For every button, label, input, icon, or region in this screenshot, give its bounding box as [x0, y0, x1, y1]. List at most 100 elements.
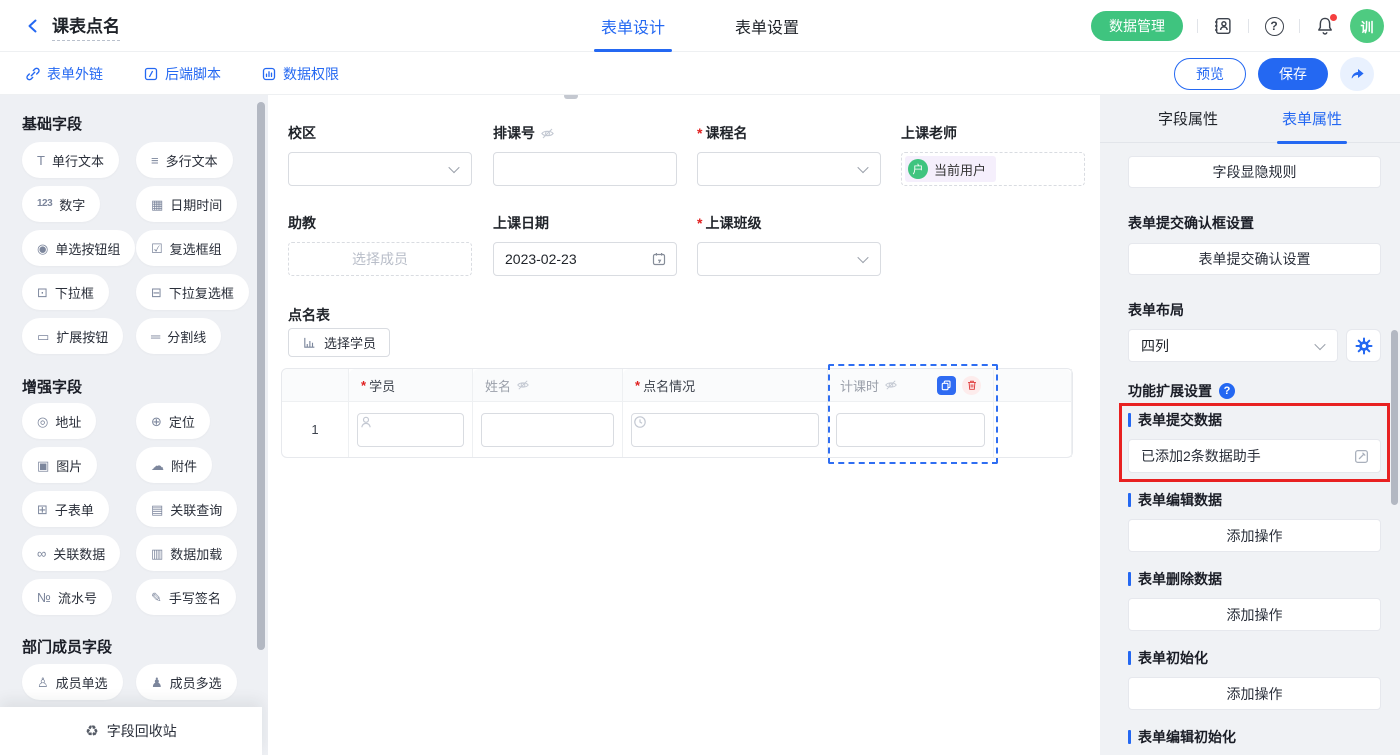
- form-layout-title: 表单布局: [1128, 301, 1381, 319]
- add-action-button-delete[interactable]: 添加操作: [1128, 598, 1381, 631]
- linked-query-icon: ▤: [151, 503, 163, 516]
- subtable-col-rollcall[interactable]: *点名情况: [623, 369, 828, 457]
- field-pill-single-line-text[interactable]: T单行文本: [22, 142, 119, 178]
- field-pill-signature[interactable]: ✎手写签名: [136, 579, 236, 615]
- share-button[interactable]: [1340, 57, 1374, 91]
- field-schedule-number[interactable]: 排课号: [493, 123, 677, 186]
- field-pill-dropdown[interactable]: ⊡下拉框: [22, 274, 109, 310]
- tab-form-design[interactable]: 表单设计: [597, 0, 669, 52]
- preview-button[interactable]: 预览: [1174, 58, 1246, 90]
- hidden-eye-icon: [540, 126, 555, 141]
- field-visibility-rules-button[interactable]: 字段显隐规则: [1128, 156, 1381, 188]
- script-icon: [143, 66, 159, 82]
- delete-column-button[interactable]: [962, 376, 981, 395]
- name-input[interactable]: [481, 413, 614, 447]
- class-select[interactable]: [697, 242, 881, 276]
- dropdown-icon: ⊡: [37, 286, 48, 299]
- submit-confirm-settings-button[interactable]: 表单提交确认设置: [1128, 243, 1381, 275]
- chevron-down-icon: [448, 162, 459, 173]
- field-assistant[interactable]: 助教 选择成员: [288, 213, 472, 276]
- panel-scrollbar[interactable]: [1391, 330, 1398, 505]
- subtable-label: 点名表: [288, 305, 330, 325]
- field-pill-datetime[interactable]: ▦日期时间: [136, 186, 237, 222]
- assistant-member-box[interactable]: 选择成员: [288, 242, 472, 276]
- add-action-button-init[interactable]: 添加操作: [1128, 677, 1381, 710]
- basic-fields-grid: T单行文本 ≡多行文本 123数字 ▦日期时间 ◉单选按钮组 ☑复选框组 ⊡下拉…: [22, 142, 268, 354]
- extensions-help-icon[interactable]: ?: [1219, 383, 1235, 399]
- subtable-col-name[interactable]: 姓名: [473, 369, 623, 457]
- back-button[interactable]: [24, 17, 42, 35]
- layout-settings-button[interactable]: [1346, 329, 1381, 362]
- data-permission-button[interactable]: 数据权限: [261, 64, 339, 84]
- field-pill-divider[interactable]: ═分割线: [136, 318, 221, 354]
- field-pill-geolocation[interactable]: ⊕定位: [136, 403, 210, 439]
- teacher-member-box[interactable]: 户 当前用户: [901, 152, 1085, 186]
- tab-form-settings[interactable]: 表单设置: [731, 0, 803, 52]
- copy-column-button[interactable]: [937, 376, 956, 395]
- data-manage-button[interactable]: 数据管理: [1091, 11, 1183, 41]
- campus-select[interactable]: [288, 152, 472, 186]
- group-title-edit-init: 表单编辑初始化: [1128, 727, 1381, 747]
- group-title-submit-data: 表单提交数据: [1128, 410, 1381, 430]
- divider: [1197, 19, 1198, 33]
- field-pill-number[interactable]: 123数字: [22, 186, 100, 222]
- field-pill-member-single[interactable]: ♙成员单选: [22, 664, 123, 700]
- field-pill-multi-line-text[interactable]: ≡多行文本: [136, 142, 233, 178]
- field-pill-subform[interactable]: ⊞子表单: [22, 491, 109, 527]
- field-pill-attachment[interactable]: ☁附件: [136, 447, 212, 483]
- field-campus[interactable]: 校区: [288, 123, 472, 186]
- hidden-eye-icon: [516, 378, 530, 392]
- current-user-tag[interactable]: 户 当前用户: [905, 156, 996, 182]
- panel-tabs: 字段属性 表单属性: [1100, 95, 1400, 143]
- field-pill-radio-group[interactable]: ◉单选按钮组: [22, 230, 135, 266]
- field-pill-multi-dropdown[interactable]: ⊟下拉复选框: [136, 274, 249, 310]
- multi-dropdown-icon: ⊟: [151, 286, 162, 299]
- clock-icon: [632, 417, 648, 433]
- field-pill-image[interactable]: ▣图片: [22, 447, 97, 483]
- subtable-col-student[interactable]: *学员: [349, 369, 473, 457]
- field-pill-checkbox-group[interactable]: ☑复选框组: [136, 230, 237, 266]
- subtable-col-hours[interactable]: 计课时: [828, 369, 994, 457]
- rollcall-input[interactable]: [631, 413, 819, 447]
- edit-icon[interactable]: [1353, 448, 1370, 468]
- field-palette-sidebar: 基础字段 T单行文本 ≡多行文本 123数字 ▦日期时间 ◉单选按钮组 ☑复选框…: [0, 95, 268, 755]
- date-input[interactable]: 2023-02-23: [493, 242, 677, 276]
- backend-script-button[interactable]: 后端脚本: [143, 64, 221, 84]
- tab-field-properties[interactable]: 字段属性: [1158, 95, 1218, 143]
- number-icon: 123: [37, 199, 52, 209]
- save-button[interactable]: 保存: [1258, 58, 1328, 90]
- field-pill-extend-button[interactable]: ▭扩展按钮: [22, 318, 123, 354]
- tab-form-properties[interactable]: 表单属性: [1282, 95, 1342, 143]
- field-class[interactable]: *上课班级: [697, 213, 881, 276]
- sidebar-scrollbar[interactable]: [257, 102, 265, 650]
- field-course-name[interactable]: *课程名: [697, 123, 881, 186]
- calendar-icon: ▦: [151, 198, 163, 211]
- field-class-date[interactable]: 上课日期 2023-02-23: [493, 213, 677, 276]
- field-teacher[interactable]: 上课老师 户 当前用户: [901, 123, 1085, 186]
- section-title-basic-fields: 基础字段: [22, 115, 268, 135]
- field-pill-serial-number[interactable]: №流水号: [22, 579, 112, 615]
- select-students-button[interactable]: 选择学员: [288, 328, 390, 357]
- layout-select[interactable]: 四列: [1128, 329, 1338, 362]
- notification-bell-icon[interactable]: [1314, 15, 1336, 37]
- serial-icon: №: [37, 591, 51, 604]
- course-select[interactable]: [697, 152, 881, 186]
- form-toolbar: 表单外链 后端脚本 数据权限 预览 保存: [0, 52, 1400, 95]
- field-pill-linked-data[interactable]: ∞关联数据: [22, 535, 120, 571]
- field-pill-member-multi[interactable]: ♟成员多选: [136, 664, 237, 700]
- user-avatar[interactable]: 训: [1350, 9, 1384, 43]
- chevron-down-icon: [857, 252, 868, 263]
- contacts-book-icon[interactable]: [1212, 15, 1234, 37]
- submit-data-value-box[interactable]: 已添加2条数据助手: [1128, 439, 1381, 473]
- help-icon[interactable]: ?: [1263, 15, 1285, 37]
- field-pill-address[interactable]: ◎地址: [22, 403, 96, 439]
- field-recycle-bin-button[interactable]: ♻ 字段回收站: [0, 707, 262, 755]
- add-action-button-edit[interactable]: 添加操作: [1128, 519, 1381, 552]
- field-pill-data-load[interactable]: ▥数据加载: [136, 535, 237, 571]
- pen-icon: ✎: [151, 591, 162, 604]
- hours-input[interactable]: [836, 413, 985, 447]
- field-pill-linked-query[interactable]: ▤关联查询: [136, 491, 237, 527]
- schedule-number-input[interactable]: [493, 152, 677, 186]
- student-input[interactable]: [357, 413, 464, 447]
- external-link-button[interactable]: 表单外链: [25, 64, 103, 84]
